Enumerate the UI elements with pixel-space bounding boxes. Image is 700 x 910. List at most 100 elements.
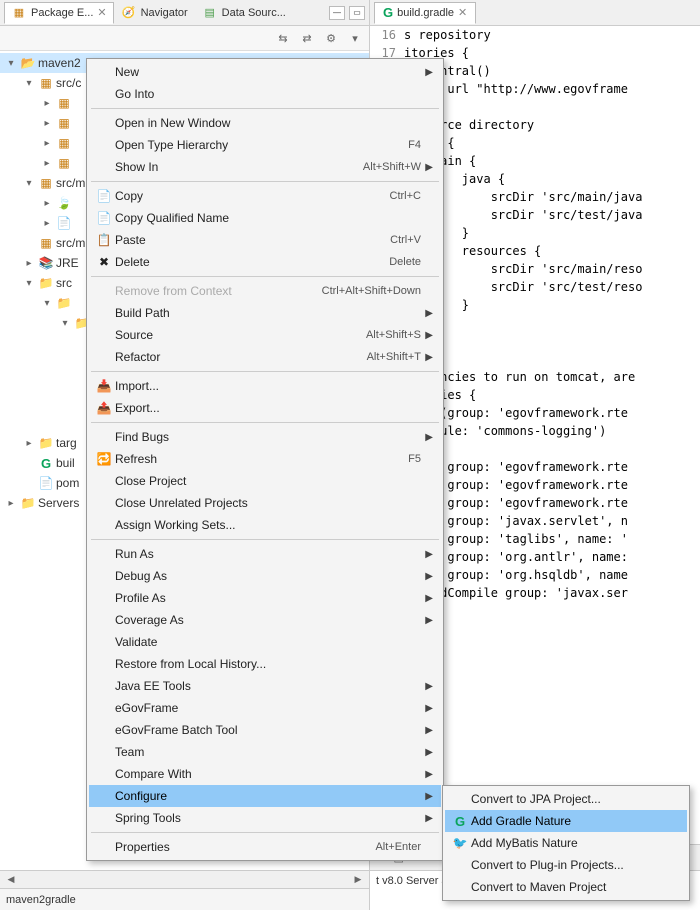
menu-item-team[interactable]: Team▶ — [89, 741, 441, 763]
menu-separator — [91, 832, 439, 833]
xml-icon: 📄 — [56, 215, 72, 231]
menu-item-assign-working-sets[interactable]: Assign Working Sets... — [89, 514, 441, 536]
submenu-arrow-icon: ▶ — [421, 432, 433, 443]
source-folder-icon: ▦ — [38, 235, 54, 251]
context-menu[interactable]: New▶Go Into Open in New Window Open Type H… — [86, 58, 444, 861]
menu-item-label: Close Unrelated Projects — [115, 496, 421, 510]
close-icon[interactable]: ✕ — [458, 6, 467, 19]
menu-item-restore-from-local-history[interactable]: Restore from Local History... — [89, 653, 441, 675]
menu-separator — [91, 371, 439, 372]
menu-item-paste[interactable]: 📋PasteCtrl+V — [89, 229, 441, 251]
link-editor-button[interactable]: ⇄ — [297, 28, 317, 48]
menu-shortcut: Alt+Shift+W — [363, 161, 421, 173]
menu-item-delete[interactable]: ✖DeleteDelete — [89, 251, 441, 273]
close-icon[interactable]: ✕ — [97, 6, 106, 19]
package-icon: ▦ — [11, 5, 27, 21]
menu-item-debug-as[interactable]: Debug As▶ — [89, 565, 441, 587]
tab-navigator[interactable]: 🧭 Navigator — [114, 2, 195, 24]
copy-icon: 📄 — [93, 189, 115, 203]
menu-item-label: Open in New Window — [115, 116, 421, 130]
tree-label: buil — [56, 456, 75, 470]
horizontal-scrollbar[interactable]: ◀ ▶ — [0, 870, 369, 888]
menu-item-egovframe-batch-tool[interactable]: eGovFrame Batch Tool▶ — [89, 719, 441, 741]
submenu-item-convert-to-maven-project[interactable]: Convert to Maven Project — [445, 876, 687, 898]
menu-item-label: Refactor — [115, 350, 367, 364]
menu-item-label: Debug As — [115, 569, 421, 583]
menu-item-label: Coverage As — [115, 613, 421, 627]
submenu-arrow-icon: ▶ — [421, 549, 433, 560]
menu-item-label: Validate — [115, 635, 421, 649]
menu-item-copy[interactable]: 📄CopyCtrl+C — [89, 185, 441, 207]
menu-item-spring-tools[interactable]: Spring Tools▶ — [89, 807, 441, 829]
submenu-item-add-gradle-nature[interactable]: GAdd Gradle Nature — [445, 810, 687, 832]
submenu-arrow-icon: ▶ — [421, 615, 433, 626]
editor-tab-build-gradle[interactable]: G build.gradle ✕ — [374, 2, 476, 24]
menu-item-build-path[interactable]: Build Path▶ — [89, 302, 441, 324]
menu-item-properties[interactable]: PropertiesAlt+Enter — [89, 836, 441, 858]
menu-item-java-ee-tools[interactable]: Java EE Tools▶ — [89, 675, 441, 697]
mybatis-icon: 🐦 — [449, 836, 471, 850]
scroll-left-icon[interactable]: ◀ — [4, 873, 18, 887]
expand-icon[interactable]: ▾ — [4, 58, 18, 69]
menu-item-label: Spring Tools — [115, 811, 421, 825]
submenu-arrow-icon: ▶ — [421, 681, 433, 692]
menu-item-label: Find Bugs — [115, 430, 421, 444]
expand-icon[interactable]: ▾ — [22, 78, 36, 89]
menu-item-egovframe[interactable]: eGovFrame▶ — [89, 697, 441, 719]
menu-item-go-into[interactable]: Go Into — [89, 83, 441, 105]
menu-item-open-type-hierarchy[interactable]: Open Type HierarchyF4 — [89, 134, 441, 156]
menu-item-open-in-new-window[interactable]: Open in New Window — [89, 112, 441, 134]
menu-item-label: Import... — [115, 379, 421, 393]
minimize-button[interactable]: — — [329, 6, 345, 20]
menu-item-source[interactable]: SourceAlt+Shift+S ▶ — [89, 324, 441, 346]
menu-shortcut: Alt+Shift+T — [367, 351, 421, 363]
menu-item-show-in[interactable]: Show InAlt+Shift+W ▶ — [89, 156, 441, 178]
menu-item-label: Team — [115, 745, 421, 759]
menu-item-refactor[interactable]: RefactorAlt+Shift+T ▶ — [89, 346, 441, 368]
menu-item-label: Restore from Local History... — [115, 657, 421, 671]
view-menu-button[interactable]: ▾ — [345, 28, 365, 48]
submenu-arrow-icon: ▶ — [421, 725, 433, 736]
tab-data-source[interactable]: ▤ Data Sourc... — [195, 2, 293, 24]
menu-item-compare-with[interactable]: Compare With▶ — [89, 763, 441, 785]
menu-item-export[interactable]: 📤Export... — [89, 397, 441, 419]
menu-item-profile-as[interactable]: Profile As▶ — [89, 587, 441, 609]
menu-shortcut: Ctrl+Alt+Shift+Down — [322, 285, 421, 297]
submenu-arrow-icon: ▶ — [421, 769, 433, 780]
submenu-item-convert-to-jpa-project[interactable]: Convert to JPA Project... — [445, 788, 687, 810]
menu-item-validate[interactable]: Validate — [89, 631, 441, 653]
menu-item-coverage-as[interactable]: Coverage As▶ — [89, 609, 441, 631]
configure-submenu[interactable]: Convert to JPA Project...GAdd Gradle Nat… — [442, 785, 690, 901]
menu-item-copy-qualified-name[interactable]: 📄Copy Qualified Name — [89, 207, 441, 229]
submenu-item-convert-to-plug-in-projects[interactable]: Convert to Plug-in Projects... — [445, 854, 687, 876]
menu-item-label: Compare With — [115, 767, 421, 781]
copy-q-icon: 📄 — [93, 211, 115, 225]
menu-item-close-project[interactable]: Close Project — [89, 470, 441, 492]
menu-item-import[interactable]: 📥Import... — [89, 375, 441, 397]
scroll-right-icon[interactable]: ▶ — [351, 873, 365, 887]
menu-item-refresh[interactable]: 🔁RefreshF5 — [89, 448, 441, 470]
paste-icon: 📋 — [93, 233, 115, 247]
filters-button[interactable]: ⚙ — [321, 28, 341, 48]
tree-label: targ — [56, 436, 77, 450]
menu-item-close-unrelated-projects[interactable]: Close Unrelated Projects — [89, 492, 441, 514]
menu-item-find-bugs[interactable]: Find Bugs▶ — [89, 426, 441, 448]
submenu-item-add-mybatis-nature[interactable]: 🐦Add MyBatis Nature — [445, 832, 687, 854]
tab-label: Package E... — [31, 7, 93, 19]
package-icon: ▦ — [56, 115, 72, 131]
view-tab-bar: ▦ Package E... ✕ 🧭 Navigator ▤ Data Sour… — [0, 0, 369, 26]
menu-item-run-as[interactable]: Run As▶ — [89, 543, 441, 565]
menu-item-new[interactable]: New▶ — [89, 61, 441, 83]
folder-icon: 📁 — [38, 275, 54, 291]
tab-label: Navigator — [141, 7, 188, 19]
menu-separator — [91, 108, 439, 109]
source-folder-icon: ▦ — [38, 175, 54, 191]
package-icon: ▦ — [56, 155, 72, 171]
menu-item-label: Assign Working Sets... — [115, 518, 421, 532]
menu-item-label: Copy — [115, 189, 390, 203]
menu-item-label: Close Project — [115, 474, 421, 488]
tab-package-explorer[interactable]: ▦ Package E... ✕ — [4, 2, 114, 24]
collapse-all-button[interactable]: ⇆ — [273, 28, 293, 48]
menu-item-configure[interactable]: Configure▶ — [89, 785, 441, 807]
maximize-button[interactable]: ▭ — [349, 6, 365, 20]
